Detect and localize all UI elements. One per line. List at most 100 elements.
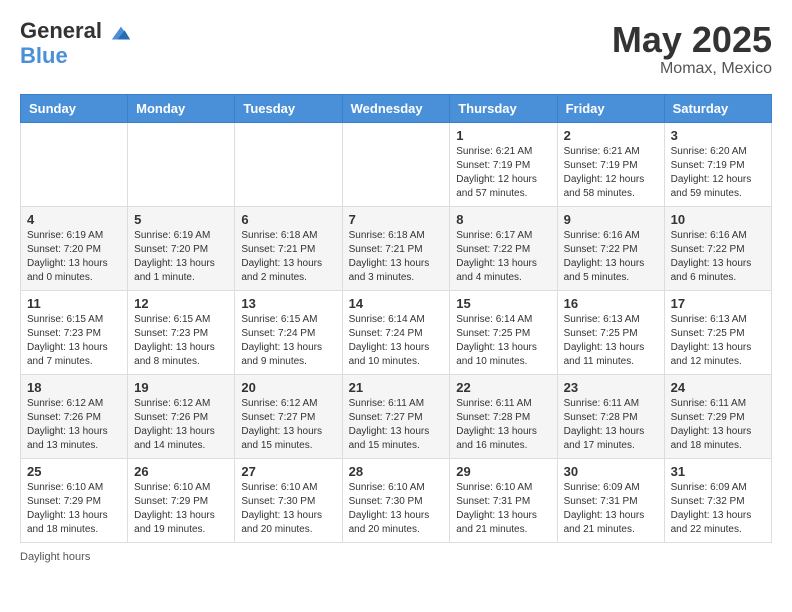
- calendar-cell: 12 Sunrise: 6:15 AM Sunset: 7:23 PM Dayli…: [128, 290, 235, 374]
- day-number: 3: [671, 128, 765, 143]
- calendar-week-5: 25Sunrise: 6:10 AM Sunset: 7:29 PM Dayli…: [21, 458, 772, 542]
- day-number: 12: [134, 296, 228, 311]
- day-number: 1: [456, 128, 550, 143]
- day-number: 16: [564, 296, 658, 311]
- day-info: Sunrise: 6:21 AM Sunset: 7:19 PM Dayligh…: [456, 145, 550, 201]
- day-number: 4: [27, 212, 121, 227]
- day-info: Sunrise: 6:12 AM Sunset: 7:26 PM Dayligh…: [27, 397, 121, 453]
- weekday-header-friday: Friday: [557, 94, 664, 122]
- day-info: Sunrise: 6:09 AM Sunset: 7:31 PM Dayligh…: [564, 481, 658, 537]
- day-number: 13: [241, 296, 335, 311]
- daylight-label: Daylight hours: [20, 551, 90, 563]
- calendar-cell: 24 Sunrise: 6:11 AM Sunset: 7:29 PM Dayli…: [664, 374, 771, 458]
- day-number: 11: [27, 296, 121, 311]
- calendar-cell: 11Sunrise: 6:15 AM Sunset: 7:23 PM Dayli…: [21, 290, 128, 374]
- day-number: 15: [456, 296, 550, 311]
- calendar-cell: [128, 122, 235, 206]
- day-number: 21: [349, 380, 444, 395]
- day-number: 30: [564, 464, 658, 479]
- calendar-cell: 30 Sunrise: 6:09 AM Sunset: 7:31 PM Dayli…: [557, 458, 664, 542]
- calendar-cell: 7Sunrise: 6:18 AM Sunset: 7:21 PM Daylig…: [342, 206, 450, 290]
- logo-icon: [110, 23, 132, 45]
- calendar-cell: 26 Sunrise: 6:10 AM Sunset: 7:29 PM Dayli…: [128, 458, 235, 542]
- day-number: 22: [456, 380, 550, 395]
- day-number: 2: [564, 128, 658, 143]
- day-number: 8: [456, 212, 550, 227]
- calendar-cell: 15 Sunrise: 6:14 AM Sunset: 7:25 PM Dayli…: [450, 290, 557, 374]
- day-info: Sunrise: 6:19 AM Sunset: 7:20 PM Dayligh…: [134, 229, 228, 285]
- day-info: Sunrise: 6:21 AM Sunset: 7:19 PM Dayligh…: [564, 145, 658, 201]
- weekday-header-tuesday: Tuesday: [235, 94, 342, 122]
- calendar-cell: 29 Sunrise: 6:10 AM Sunset: 7:31 PM Dayli…: [450, 458, 557, 542]
- calendar-cell: 8 Sunrise: 6:17 AM Sunset: 7:22 PM Daylig…: [450, 206, 557, 290]
- weekday-header-monday: Monday: [128, 94, 235, 122]
- calendar-week-1: 1 Sunrise: 6:21 AM Sunset: 7:19 PM Daylig…: [21, 122, 772, 206]
- calendar-cell: 23 Sunrise: 6:11 AM Sunset: 7:28 PM Dayli…: [557, 374, 664, 458]
- day-number: 20: [241, 380, 335, 395]
- weekday-header-wednesday: Wednesday: [342, 94, 450, 122]
- logo-blue: Blue: [20, 43, 68, 68]
- month-title: May 2025: [612, 20, 772, 60]
- day-number: 17: [671, 296, 765, 311]
- footer: Daylight hours: [20, 551, 772, 563]
- day-info: Sunrise: 6:11 AM Sunset: 7:28 PM Dayligh…: [456, 397, 550, 453]
- calendar-cell: [21, 122, 128, 206]
- calendar-week-3: 11 Sunrise: 6:15 AM Sunset: 7:23 PM Dayli…: [21, 290, 772, 374]
- day-info: Sunrise: 6:11 AM Sunset: 7:29 PM Dayligh…: [671, 397, 765, 453]
- calendar-cell: [342, 122, 450, 206]
- day-info: Sunrise: 6:20 AM Sunset: 7:19 PM Dayligh…: [671, 145, 765, 201]
- page-header: General Blue May 2025 Momax, Mexico: [20, 20, 772, 78]
- calendar-cell: 21 Sunrise: 6:11 AM Sunset: 7:27 PM Dayli…: [342, 374, 450, 458]
- day-info: Sunrise: 6:12 AM Sunset: 7:26 PM Dayligh…: [134, 397, 228, 453]
- day-info: Sunrise: 6:15 AM Sunset: 7:24 PM Dayligh…: [241, 313, 335, 369]
- day-info: Sunrise: 6:09 AM Sunset: 7:32 PM Dayligh…: [671, 481, 765, 537]
- calendar-cell: 20 Sunrise: 6:12 AM Sunset: 7:27 PM Dayli…: [235, 374, 342, 458]
- day-number: 27: [241, 464, 335, 479]
- calendar-cell: 6Sunrise: 6:18 AM Sunset: 7:21 PM Daylig…: [235, 206, 342, 290]
- day-info: Sunrise: 6:11 AM Sunset: 7:28 PM Dayligh…: [564, 397, 658, 453]
- day-info: Sunrise: 6:10 AM Sunset: 7:29 PM Dayligh…: [134, 481, 228, 537]
- calendar-cell: 25Sunrise: 6:10 AM Sunset: 7:29 PM Dayli…: [21, 458, 128, 542]
- day-number: 26: [134, 464, 228, 479]
- calendar-cell: 31Sunrise: 6:09 AM Sunset: 7:32 PM Dayli…: [664, 458, 771, 542]
- calendar-cell: 16Sunrise: 6:13 AM Sunset: 7:25 PM Dayli…: [557, 290, 664, 374]
- day-info: Sunrise: 6:14 AM Sunset: 7:24 PM Dayligh…: [349, 313, 444, 369]
- day-number: 10: [671, 212, 765, 227]
- title-block: May 2025 Momax, Mexico: [612, 20, 772, 78]
- day-info: Sunrise: 6:14 AM Sunset: 7:25 PM Dayligh…: [456, 313, 550, 369]
- day-number: 18: [27, 380, 121, 395]
- day-info: Sunrise: 6:15 AM Sunset: 7:23 PM Dayligh…: [134, 313, 228, 369]
- day-info: Sunrise: 6:16 AM Sunset: 7:22 PM Dayligh…: [671, 229, 765, 285]
- logo-general: General: [20, 18, 102, 43]
- day-info: Sunrise: 6:11 AM Sunset: 7:27 PM Dayligh…: [349, 397, 444, 453]
- day-number: 5: [134, 212, 228, 227]
- calendar-cell: 19Sunrise: 6:12 AM Sunset: 7:26 PM Dayli…: [128, 374, 235, 458]
- day-number: 28: [349, 464, 444, 479]
- calendar-week-2: 4 Sunrise: 6:19 AM Sunset: 7:20 PM Daylig…: [21, 206, 772, 290]
- calendar-cell: 27Sunrise: 6:10 AM Sunset: 7:30 PM Dayli…: [235, 458, 342, 542]
- weekday-header-thursday: Thursday: [450, 94, 557, 122]
- weekday-header-row: SundayMondayTuesdayWednesdayThursdayFrid…: [21, 94, 772, 122]
- calendar-cell: 13 Sunrise: 6:15 AM Sunset: 7:24 PM Dayli…: [235, 290, 342, 374]
- day-info: Sunrise: 6:18 AM Sunset: 7:21 PM Dayligh…: [349, 229, 444, 285]
- day-number: 24: [671, 380, 765, 395]
- day-info: Sunrise: 6:13 AM Sunset: 7:25 PM Dayligh…: [671, 313, 765, 369]
- day-info: Sunrise: 6:19 AM Sunset: 7:20 PM Dayligh…: [27, 229, 121, 285]
- day-info: Sunrise: 6:12 AM Sunset: 7:27 PM Dayligh…: [241, 397, 335, 453]
- calendar-cell: 28 Sunrise: 6:10 AM Sunset: 7:30 PM Dayli…: [342, 458, 450, 542]
- calendar-cell: 14Sunrise: 6:14 AM Sunset: 7:24 PM Dayli…: [342, 290, 450, 374]
- calendar-table: SundayMondayTuesdayWednesdayThursdayFrid…: [20, 94, 772, 543]
- calendar-cell: 4 Sunrise: 6:19 AM Sunset: 7:20 PM Daylig…: [21, 206, 128, 290]
- day-number: 29: [456, 464, 550, 479]
- day-info: Sunrise: 6:16 AM Sunset: 7:22 PM Dayligh…: [564, 229, 658, 285]
- calendar-cell: [235, 122, 342, 206]
- day-info: Sunrise: 6:10 AM Sunset: 7:29 PM Dayligh…: [27, 481, 121, 537]
- day-info: Sunrise: 6:17 AM Sunset: 7:22 PM Dayligh…: [456, 229, 550, 285]
- day-info: Sunrise: 6:10 AM Sunset: 7:30 PM Dayligh…: [349, 481, 444, 537]
- day-number: 23: [564, 380, 658, 395]
- day-number: 6: [241, 212, 335, 227]
- calendar-cell: 1 Sunrise: 6:21 AM Sunset: 7:19 PM Daylig…: [450, 122, 557, 206]
- day-number: 9: [564, 212, 658, 227]
- day-info: Sunrise: 6:10 AM Sunset: 7:31 PM Dayligh…: [456, 481, 550, 537]
- calendar-cell: 5 Sunrise: 6:19 AM Sunset: 7:20 PM Daylig…: [128, 206, 235, 290]
